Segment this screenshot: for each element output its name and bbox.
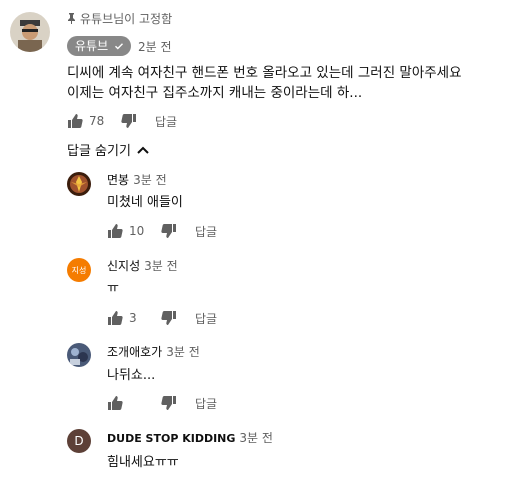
thumbs-up-icon[interactable]	[107, 223, 123, 239]
reply-time[interactable]: 3분 전	[239, 431, 273, 445]
reply-time[interactable]: 3분 전	[133, 173, 167, 187]
reply-text: 힘내세요ㅠㅠ	[107, 455, 179, 470]
hide-replies-button[interactable]: 답글 숨기기	[67, 140, 149, 159]
author-badge[interactable]: 유튜브	[67, 36, 132, 56]
pinned-indicator: 유튜브님이 고정함	[67, 10, 172, 27]
avatar[interactable]: D	[67, 429, 91, 453]
reply-button[interactable]: 답글	[195, 395, 217, 412]
reply-author[interactable]: 조개애호가	[107, 345, 162, 359]
reply-author-line: 면봉 3분 전	[107, 171, 167, 188]
thumbs-down-icon[interactable]	[161, 395, 177, 411]
comment-author: 유튜브	[75, 39, 109, 53]
pinned-label: 유튜브님이 고정함	[80, 12, 173, 26]
reply-author-line: 조개애호가 3분 전	[107, 343, 200, 360]
reply-button[interactable]: 답글	[195, 223, 217, 240]
reply-time[interactable]: 3분 전	[144, 259, 178, 273]
avatar[interactable]	[67, 172, 91, 196]
reply-author-line: DUDE STOP KIDDING 3분 전	[107, 429, 273, 446]
thumbs-up-icon[interactable]	[107, 395, 123, 411]
verified-check-icon	[115, 43, 124, 50]
reply-text: 나뒤쇼...	[107, 368, 156, 383]
avatar[interactable]	[67, 343, 91, 367]
reply-text: 미쳤네 애들이	[107, 195, 183, 210]
thumbs-down-icon[interactable]	[121, 113, 137, 129]
reply-author-line: 신지성 3분 전	[107, 257, 178, 274]
reply-actions: 답글	[107, 392, 217, 414]
reply-author[interactable]: 면봉	[107, 173, 129, 187]
reply-author[interactable]: 신지성	[107, 259, 140, 273]
chevron-up-icon	[137, 146, 149, 154]
thumbs-down-icon[interactable]	[161, 310, 177, 326]
reply-text: ㅠ	[107, 281, 119, 296]
avatar[interactable]: 지성	[67, 258, 91, 282]
reply-time[interactable]: 3분 전	[166, 345, 200, 359]
comment-time[interactable]: 2분 전	[138, 38, 172, 55]
like-count: 78	[89, 114, 105, 128]
like-count: 10	[129, 224, 145, 238]
thumbs-up-icon[interactable]	[67, 113, 83, 129]
comment-text-line-1: 디씨에 계속 여자친구 핸드폰 번호 올라오고 있는데 그러진 말아주세요	[67, 65, 462, 81]
reply-author[interactable]: DUDE STOP KIDDING	[107, 432, 235, 445]
reply-actions: 10 답글	[107, 220, 217, 242]
avatar[interactable]	[10, 12, 50, 52]
reply-button[interactable]: 답글	[195, 310, 217, 327]
hide-replies-label: 답글 숨기기	[67, 144, 131, 159]
reply-button[interactable]: 답글	[155, 113, 177, 130]
thumbs-down-icon[interactable]	[161, 223, 177, 239]
thumbs-up-icon[interactable]	[107, 310, 123, 326]
comment-text-line-2: 이제는 여자친구 집주소까지 캐내는 중이라는데 하...	[67, 85, 363, 101]
pin-icon	[68, 13, 75, 24]
avatar-initials: 지성	[71, 265, 87, 275]
reply-actions: 3 답글	[107, 307, 217, 329]
avatar-initials: D	[74, 434, 84, 448]
comment-actions: 78 답글	[67, 110, 177, 132]
like-count: 3	[129, 311, 137, 325]
